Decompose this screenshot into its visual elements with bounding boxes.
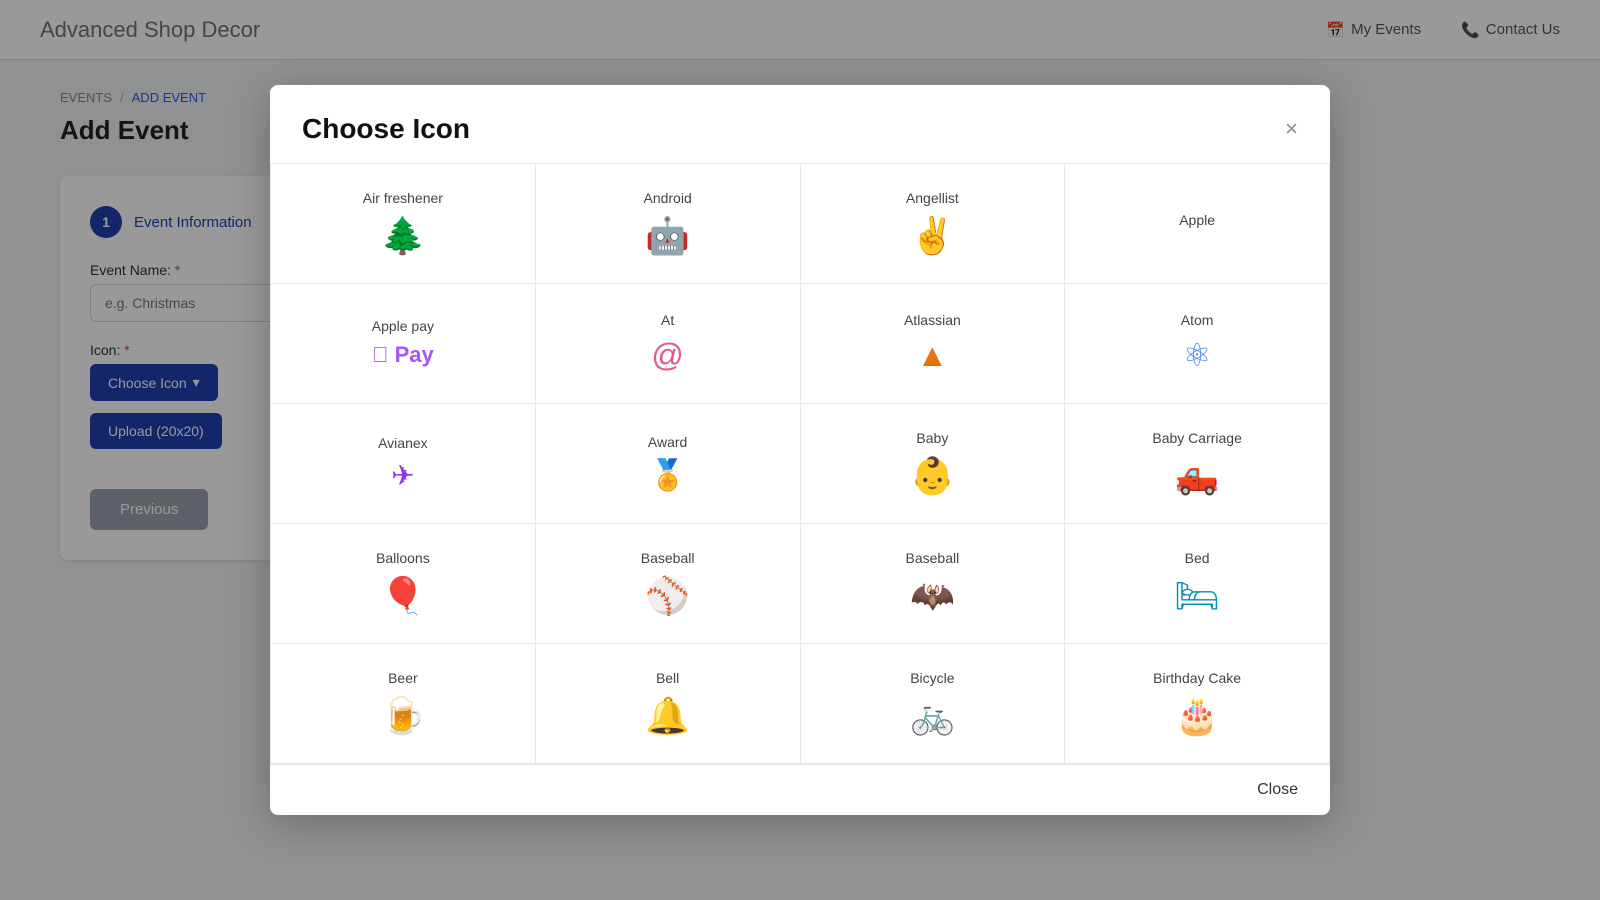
icon-cell-label: Atom	[1181, 312, 1214, 328]
modal-footer-close-button[interactable]: Close	[1257, 781, 1298, 799]
icon-cell-symbol: ⚛	[1183, 336, 1212, 374]
icon-cell-symbol: 🛻	[1175, 454, 1220, 497]
icon-cell-symbol: ▲	[917, 336, 949, 374]
icon-cell[interactable]: Baseball 🦇	[801, 524, 1066, 644]
icon-cell[interactable]: Bed 🛏	[1065, 524, 1330, 644]
icon-cell-symbol: 🍺	[380, 694, 425, 737]
icon-cell-label: Apple pay	[372, 318, 434, 334]
icon-cell-label: Bicycle	[910, 670, 954, 686]
icon-cell-symbol: 🔔	[645, 694, 690, 737]
icon-cell-symbol: ⚾	[645, 574, 690, 617]
icon-cell[interactable]: Award 🏅	[536, 404, 801, 524]
icon-cell-symbol: 🤖	[645, 214, 690, 257]
icon-cell-label: Bell	[656, 670, 679, 686]
icon-cell[interactable]: Apple	[1065, 164, 1330, 284]
modal-close-button[interactable]: ×	[1285, 118, 1298, 140]
icon-cell[interactable]: Android 🤖	[536, 164, 801, 284]
icon-cell-symbol: 🎂	[1175, 694, 1220, 737]
icon-cell[interactable]: Baby Carriage 🛻	[1065, 404, 1330, 524]
icon-cell-symbol: @	[651, 336, 683, 374]
modal-footer: Close	[270, 764, 1330, 815]
icon-cell-label: Angellist	[906, 190, 959, 206]
icon-cell-label: Beer	[388, 670, 418, 686]
modal-overlay: Choose Icon × Air freshener 🌲 Android 🤖 Ange…	[0, 0, 1600, 900]
icon-cell[interactable]: Atom ⚛	[1065, 284, 1330, 404]
icon-cell[interactable]: At @	[536, 284, 801, 404]
icon-cell-label: Award	[648, 434, 687, 450]
modal-title: Choose Icon	[302, 113, 470, 145]
icon-cell-label: Baseball	[641, 550, 695, 566]
icon-cell-symbol: ✈	[391, 459, 414, 493]
icon-cell-label: Bed	[1185, 550, 1210, 566]
icon-cell-label: Baseball	[906, 550, 960, 566]
icon-cell[interactable]: Beer 🍺	[271, 644, 536, 764]
choose-icon-modal: Choose Icon × Air freshener 🌲 Android 🤖 Ange…	[270, 85, 1330, 815]
icon-cell[interactable]: Atlassian ▲	[801, 284, 1066, 404]
icon-cell-symbol: 🎈	[380, 574, 425, 617]
modal-body[interactable]: Air freshener 🌲 Android 🤖 Angellist ✌️ Apple Ap…	[270, 164, 1330, 764]
icon-cell-symbol: ✌️	[910, 214, 955, 257]
icon-cell-symbol: 🦇	[910, 574, 955, 617]
icon-cell[interactable]: Balloons 🎈	[271, 524, 536, 644]
icon-cell-label: Air freshener	[363, 190, 443, 206]
icon-cell-symbol: 👶	[910, 454, 955, 497]
icon-cell-label: Birthday Cake	[1153, 670, 1241, 686]
modal-header: Choose Icon ×	[270, 85, 1330, 164]
icon-cell-label: Balloons	[376, 550, 430, 566]
icon-cell-symbol: 🌲	[380, 214, 425, 257]
icon-cell-label: Apple	[1179, 212, 1215, 228]
icon-cell-label: At	[661, 312, 674, 328]
icon-cell-label: Baby	[916, 430, 948, 446]
icon-cell[interactable]: Avianex ✈	[271, 404, 536, 524]
icon-cell[interactable]: Bicycle 🚲	[801, 644, 1066, 764]
icon-cell-symbol:  Pay	[372, 342, 434, 368]
icon-cell-label: Avianex	[378, 435, 428, 451]
icon-cell[interactable]: Baseball ⚾	[536, 524, 801, 644]
icon-cell-label: Android	[643, 190, 691, 206]
icon-cell-label: Baby Carriage	[1152, 430, 1242, 446]
icon-cell[interactable]: Bell 🔔	[536, 644, 801, 764]
icon-cell[interactable]: Angellist ✌️	[801, 164, 1066, 284]
icon-cell[interactable]: Birthday Cake 🎂	[1065, 644, 1330, 764]
icon-cell-label: Atlassian	[904, 312, 961, 328]
icon-cell[interactable]: Air freshener 🌲	[271, 164, 536, 284]
icon-cell-symbol: 🛏	[1174, 574, 1220, 617]
icon-cell-symbol: 🏅	[649, 458, 686, 494]
icon-grid: Air freshener 🌲 Android 🤖 Angellist ✌️ Apple Ap…	[270, 164, 1330, 764]
icon-cell[interactable]: Apple pay  Pay	[271, 284, 536, 404]
icon-cell-symbol: 🚲	[910, 694, 955, 737]
icon-cell[interactable]: Baby 👶	[801, 404, 1066, 524]
